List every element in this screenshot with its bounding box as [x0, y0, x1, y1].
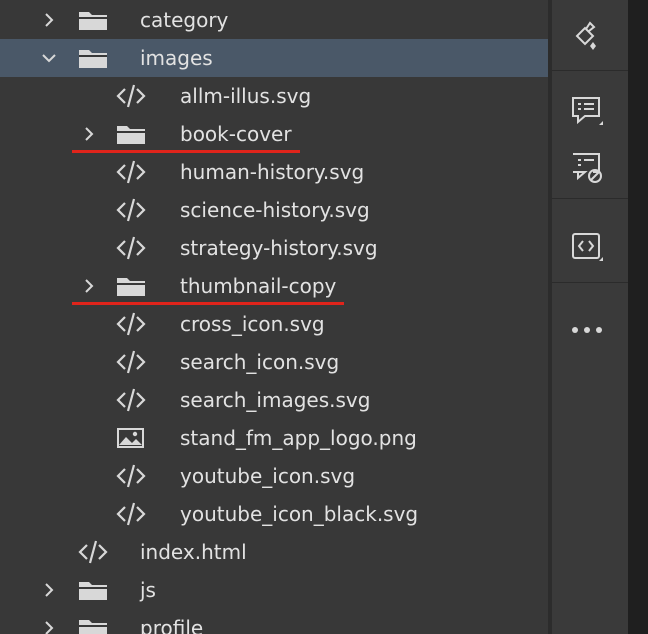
- chevron-right-icon[interactable]: [41, 11, 57, 29]
- tree-file-row[interactable]: cross_icon.svg: [0, 305, 548, 343]
- tree-item-label: js: [140, 578, 156, 602]
- tree-file-row[interactable]: youtube_icon_black.svg: [0, 495, 548, 533]
- tree-item-label: human-history.svg: [180, 160, 365, 184]
- comment-button[interactable]: [552, 82, 624, 138]
- tree-item-label: search_icon.svg: [180, 350, 340, 374]
- code-view-button[interactable]: [552, 218, 624, 274]
- file-tree: category images allm-illus.svg book-cover hu…: [0, 0, 548, 634]
- chevron-right-icon[interactable]: [81, 125, 97, 143]
- more-button[interactable]: [552, 300, 624, 356]
- code-file-icon: [114, 348, 148, 376]
- tree-item-label: youtube_icon.svg: [180, 464, 356, 488]
- chevron-down-icon[interactable]: [41, 49, 57, 67]
- code-file-icon: [114, 234, 148, 262]
- tree-item-label: science-history.svg: [180, 198, 370, 222]
- tree-item-label: profile: [140, 616, 204, 634]
- tree-item-label: category: [140, 8, 229, 32]
- tree-file-row[interactable]: search_icon.svg: [0, 343, 548, 381]
- side-toolbar: [552, 0, 628, 634]
- code-file-icon: [114, 386, 148, 414]
- tree-item-label: index.html: [140, 540, 247, 564]
- tree-file-row[interactable]: youtube_icon.svg: [0, 457, 548, 495]
- folder-icon: [76, 614, 110, 634]
- code-file-icon: [114, 158, 148, 186]
- code-file-icon: [114, 500, 148, 528]
- tree-folder-row[interactable]: thumbnail-copy: [0, 267, 548, 305]
- tree-item-label: allm-illus.svg: [180, 84, 312, 108]
- image-file-icon: [114, 424, 148, 452]
- folder-icon: [76, 6, 110, 34]
- comment-disabled-button[interactable]: [552, 138, 624, 194]
- tree-item-label: strategy-history.svg: [180, 236, 378, 260]
- code-file-icon: [114, 82, 148, 110]
- tree-item-label: book-cover: [180, 122, 292, 146]
- code-file-icon: [114, 196, 148, 224]
- tree-file-row[interactable]: science-history.svg: [0, 191, 548, 229]
- folder-icon: [76, 576, 110, 604]
- tree-file-row[interactable]: strategy-history.svg: [0, 229, 548, 267]
- tree-item-label: youtube_icon_black.svg: [180, 502, 419, 526]
- folder-icon: [114, 120, 148, 148]
- tree-item-label: stand_fm_app_logo.png: [180, 426, 417, 450]
- tree-file-row[interactable]: search_images.svg: [0, 381, 548, 419]
- tree-folder-row[interactable]: profile: [0, 609, 548, 634]
- chevron-right-icon[interactable]: [81, 277, 97, 295]
- tree-item-label: cross_icon.svg: [180, 312, 325, 336]
- tree-folder-row[interactable]: js: [0, 571, 548, 609]
- tree-item-label: images: [140, 46, 213, 70]
- chevron-right-icon[interactable]: [41, 581, 57, 599]
- paint-bucket-button[interactable]: [552, 8, 624, 64]
- tree-folder-row[interactable]: category: [0, 1, 548, 39]
- toolbar-separator: [552, 198, 628, 199]
- tree-item-label: search_images.svg: [180, 388, 371, 412]
- tree-file-row[interactable]: allm-illus.svg: [0, 77, 548, 115]
- code-file-icon: [114, 462, 148, 490]
- tree-file-row[interactable]: human-history.svg: [0, 153, 548, 191]
- side-panel-edge: [628, 0, 648, 634]
- code-file-icon: [76, 538, 110, 566]
- toolbar-separator: [552, 282, 628, 283]
- tree-file-row[interactable]: index.html: [0, 533, 548, 571]
- tree-folder-row[interactable]: images: [0, 39, 548, 77]
- tree-item-label: thumbnail-copy: [180, 274, 337, 298]
- folder-icon: [114, 272, 148, 300]
- chevron-right-icon[interactable]: [41, 619, 57, 634]
- folder-icon: [76, 44, 110, 72]
- code-file-icon: [114, 310, 148, 338]
- tree-file-row[interactable]: stand_fm_app_logo.png: [0, 419, 548, 457]
- tree-folder-row[interactable]: book-cover: [0, 115, 548, 153]
- toolbar-separator: [552, 70, 628, 71]
